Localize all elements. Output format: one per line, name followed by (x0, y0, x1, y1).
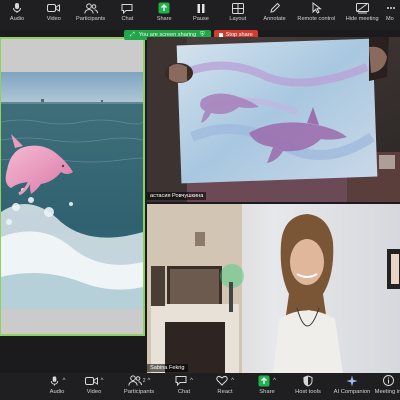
top-pause-label: Pause (193, 16, 209, 22)
chat-bubble-icon: ^ (175, 373, 193, 388)
layout-grid-icon (231, 0, 244, 16)
bottom-meeting-info-label: Meeting in (374, 389, 400, 395)
bottom-ai-companion-button[interactable]: AI Companion (328, 373, 376, 400)
top-audio-button[interactable]: Audio (0, 0, 34, 30)
top-layout-button[interactable]: Layout (221, 0, 255, 30)
chevron-up-icon[interactable]: ^ (273, 378, 276, 384)
mic-icon (11, 0, 23, 16)
bottom-share-button[interactable]: ^ Share (246, 373, 288, 400)
bottom-video-button[interactable]: ^ Video (74, 373, 114, 400)
participant-count-badge: 2 (142, 377, 146, 384)
participant-tile-person[interactable]: Sabina Fekrig (147, 204, 400, 374)
top-more-label: Mo (385, 16, 394, 22)
person-video-frame (147, 204, 400, 374)
participants-icon: 2 ^ (127, 373, 150, 388)
top-share-label: Share (156, 16, 172, 22)
bottom-audio-button[interactable]: ^ Audio (40, 373, 74, 400)
chevron-up-icon[interactable]: ^ (63, 378, 66, 384)
bottom-video-label: Video (86, 389, 102, 395)
top-hide-meeting-label: Hide meeting (345, 16, 379, 22)
top-more-button[interactable]: Mo (386, 0, 400, 30)
bottom-react-button[interactable]: ^ React (204, 373, 246, 400)
top-remote-control-label: Remote control (297, 16, 336, 22)
heart-icon: ^ (216, 373, 234, 388)
info-icon (382, 373, 394, 388)
top-video-label: Video (46, 16, 61, 22)
video-camera-icon (47, 0, 61, 16)
top-layout-label: Layout (229, 16, 247, 22)
bottom-host-tools-label: Host tools (295, 389, 321, 395)
bottom-host-tools-button[interactable]: Host tools (288, 373, 328, 400)
shared-screen-panel (0, 37, 145, 336)
chevron-up-icon[interactable]: ^ (147, 378, 150, 384)
chevron-up-icon[interactable]: ^ (190, 378, 193, 384)
participant-name-tag: астасия Ровчушкина (147, 192, 207, 200)
bottom-participants-label: Participants (123, 389, 155, 395)
hide-meeting-icon (355, 0, 369, 16)
painting-video-frame (147, 37, 400, 202)
top-video-button[interactable]: Video (37, 0, 71, 30)
shield-icon (303, 373, 313, 388)
top-annotate-button[interactable]: Annotate (258, 0, 292, 30)
chat-bubble-icon (121, 0, 133, 16)
participant-name-tag-2: Sabina Fekrig (147, 364, 188, 372)
pencil-icon (269, 0, 281, 16)
share-screen-icon (158, 0, 170, 16)
top-hide-meeting-button[interactable]: Hide meeting (341, 0, 383, 30)
participants-icon (83, 0, 98, 16)
bottom-chat-label: Chat (177, 389, 191, 395)
bottom-share-label: Share (259, 389, 275, 395)
bottom-toolbar: ^ Audio ^ Video 2 ^ Participants ^ Chat … (0, 373, 400, 400)
mic-icon: ^ (49, 373, 66, 388)
bottom-participants-button[interactable]: 2 ^ Participants (114, 373, 164, 400)
bottom-chat-button[interactable]: ^ Chat (164, 373, 204, 400)
share-screen-icon: ^ (258, 373, 276, 388)
bottom-meeting-info-button[interactable]: Meeting in (374, 373, 400, 400)
top-participants-label: Participants (75, 16, 106, 22)
top-share-button[interactable]: Share (147, 0, 181, 30)
chevron-up-icon[interactable]: ^ (231, 378, 234, 384)
chevron-up-icon[interactable]: ^ (101, 378, 104, 384)
bottom-ai-companion-label: AI Companion (333, 389, 371, 395)
video-camera-icon: ^ (84, 373, 104, 388)
more-icon (386, 0, 396, 16)
top-annotate-label: Annotate (263, 16, 286, 22)
pink-dolphin-photo (1, 72, 143, 309)
share-pin-icon: ⤢ (130, 31, 135, 38)
top-chat-label: Chat (121, 16, 134, 22)
top-remote-control-button[interactable]: Remote control (294, 0, 338, 30)
bottom-react-label: React (217, 389, 233, 395)
top-participants-button[interactable]: Participants (74, 0, 108, 30)
top-audio-label: Audio (9, 16, 25, 22)
bottom-audio-label: Audio (49, 389, 65, 395)
top-pause-button[interactable]: Pause (184, 0, 218, 30)
pause-icon (196, 0, 206, 16)
sparkle-icon (346, 373, 358, 388)
remote-control-icon (310, 0, 323, 16)
participant-tile-painting[interactable]: астасия Ровчушкина (147, 37, 400, 202)
top-toolbar: Audio Video Participants Chat Share Paus… (0, 0, 400, 30)
empty-gallery-area (0, 336, 147, 374)
top-chat-button[interactable]: Chat (110, 0, 144, 30)
